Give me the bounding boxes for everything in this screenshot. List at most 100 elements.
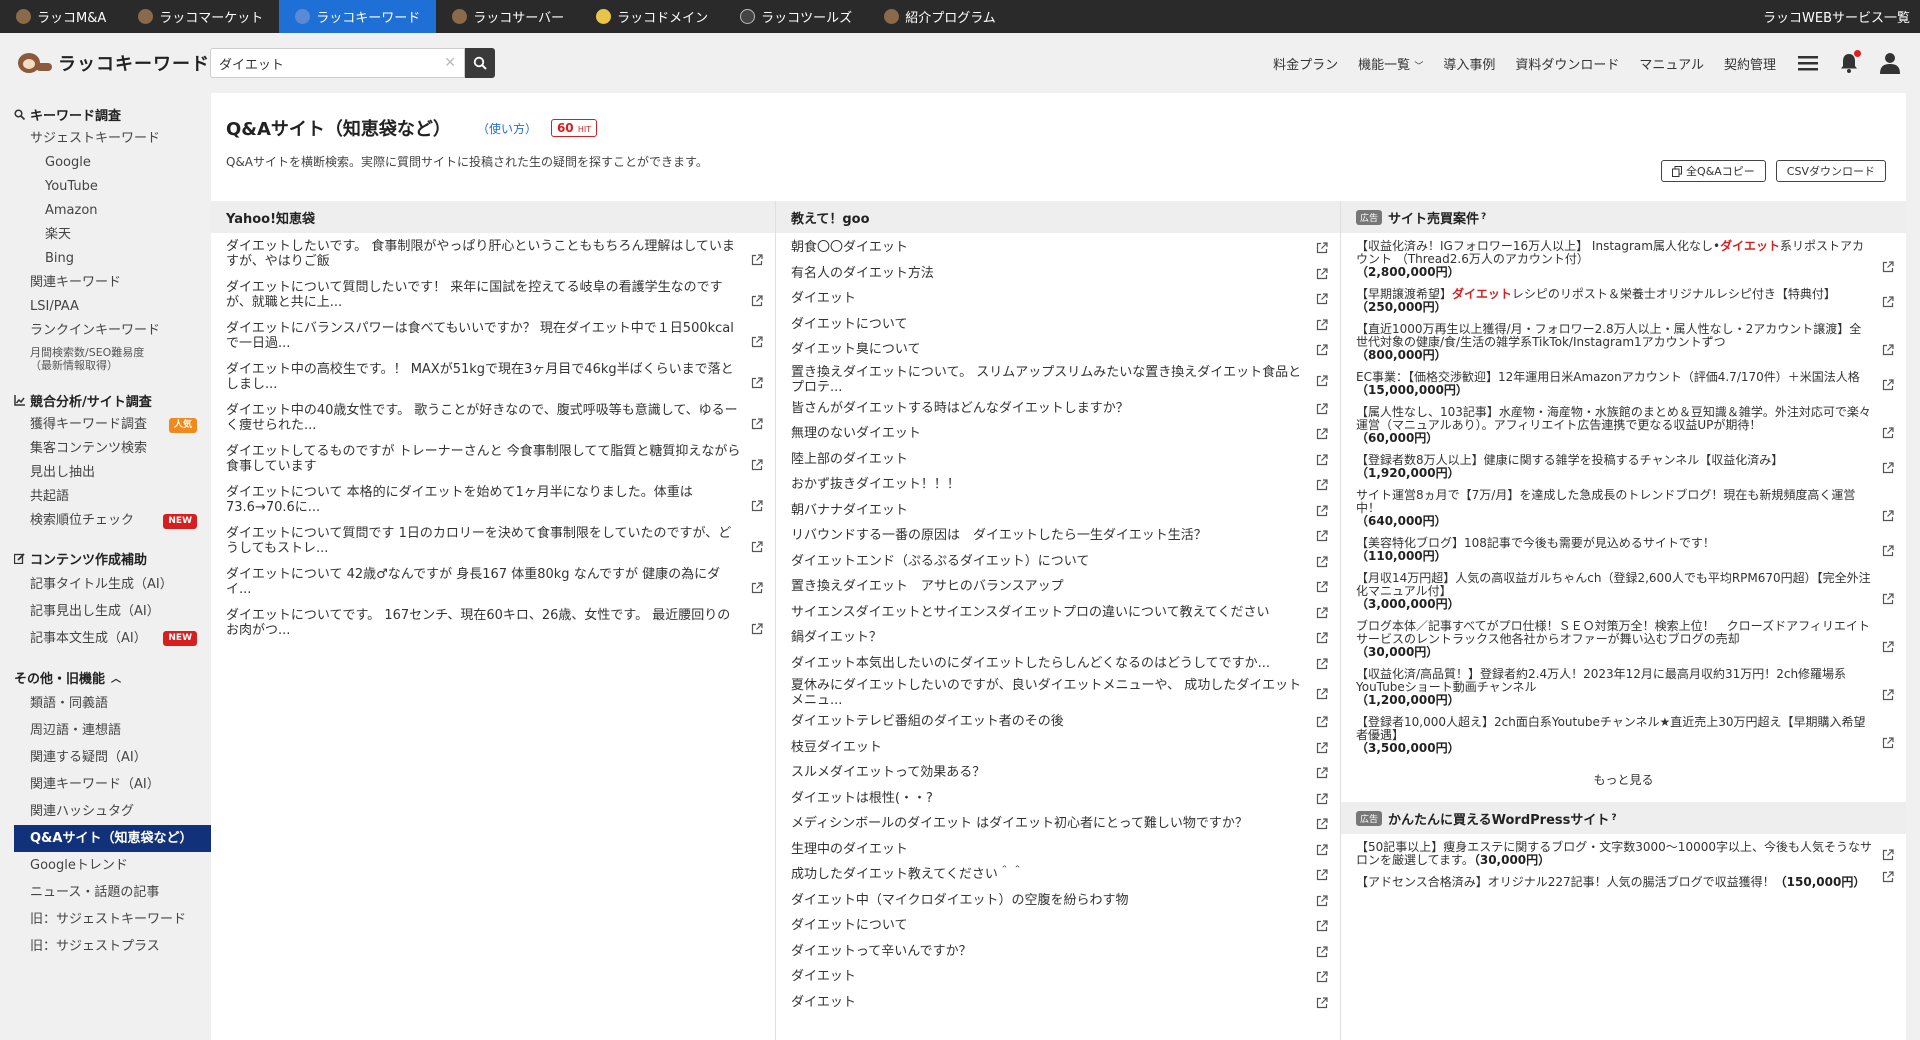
goo-question-row[interactable]: サイエンスダイエットとサイエンスダイエットプロの違いについて教えてください [776, 600, 1340, 626]
wp-listing-row[interactable]: 【アドセンス合格済み】オリジナル227記事！人気の腸活ブログで収益獲得！（150… [1341, 871, 1906, 893]
goo-question-row[interactable]: ダイエット [776, 990, 1340, 1016]
goo-question-row[interactable]: 夏休みにダイエットしたいのですが、良いダイエットメニューや、 成功したダイエット… [776, 676, 1340, 709]
sidebar-item-rakuten[interactable]: 楽天 [0, 223, 211, 247]
yahoo-question-row[interactable]: ダイエットについて質問です 1日のカロリーを決めて食事制限をしていたのですが、ど… [211, 520, 775, 561]
goo-question-row[interactable]: ダイエットテレビ番組のダイエット者のその後 [776, 709, 1340, 735]
sidebar-item-hashtags[interactable]: 関連ハッシュタグ [0, 798, 211, 825]
goo-question-row[interactable]: ダイエットについて [776, 913, 1340, 939]
sidebar-item-rank-check[interactable]: 検索順位チェック NEW [0, 509, 211, 533]
more-link[interactable]: もっと見る [1341, 759, 1906, 802]
service-tab-domain[interactable]: ラッコドメイン [580, 0, 724, 33]
service-tab-server[interactable]: ラッコサーバー [436, 0, 580, 33]
goo-question-row[interactable]: 無理のないダイエット [776, 421, 1340, 447]
logo[interactable]: ラッコキーワード [14, 49, 210, 77]
sidebar-item-associations[interactable]: 周辺語・連想語 [0, 717, 211, 744]
sidebar-item-lsi-paa[interactable]: LSI/PAA [0, 295, 211, 319]
ad-listing-row[interactable]: 【早期譲渡希望】ダイエットレシピのリポスト＆栄養士オリジナルレシピ付き【特典付】… [1341, 283, 1906, 318]
nav-pricing[interactable]: 料金プラン [1273, 54, 1338, 73]
ad-listing-row[interactable]: 【直近1000万再生以上獲得/月・フォロワー2.8万人以上・属人性なし・2アカウ… [1341, 318, 1906, 366]
ad-listing-row[interactable]: 【登録者10,000人超え】2ch面白系Youtubeチャンネル★直近売上30万… [1341, 711, 1906, 759]
goo-question-row[interactable]: スルメダイエットって効果ある？ [776, 760, 1340, 786]
sidebar-item-related-questions[interactable]: 関連する疑問（AI） [0, 744, 211, 771]
help-icon[interactable]: ? [1611, 813, 1616, 823]
search-button[interactable] [465, 48, 495, 78]
sidebar-item-rankin[interactable]: ランクインキーワード [0, 319, 211, 343]
goo-question-row[interactable]: ダイエット [776, 286, 1340, 312]
sidebar-item-search-volume[interactable]: 月間検索数/SEO難易度 （最新情報取得） [0, 343, 211, 375]
yahoo-question-row[interactable]: ダイエット中の40歳女性です。 歌うことが好きなので、腹式呼吸等も意識して、ゆる… [211, 397, 775, 438]
ad-listing-row[interactable]: 【属人性なし、103記事】水産物・海産物・水族館のまとめ＆豆知識＆雑学。外注対応… [1341, 401, 1906, 449]
sidebar-item-heading-extract[interactable]: 見出し抽出 [0, 461, 211, 485]
search-input[interactable] [211, 49, 464, 77]
goo-question-row[interactable]: 陸上部のダイエット [776, 447, 1340, 473]
goo-question-row[interactable]: ダイエットって辛いんですか？ [776, 939, 1340, 965]
ad-listing-row[interactable]: EC事業：【価格交渉歓迎】12年運用日米Amazonアカウント（評価4.7/17… [1341, 366, 1906, 401]
goo-question-row[interactable]: 生理中のダイエット [776, 837, 1340, 863]
menu-icon[interactable] [1798, 55, 1818, 71]
nav-features[interactable]: 機能一覧 ﹀ [1358, 54, 1423, 73]
sidebar-item-news[interactable]: ニュース・話題の記事 [0, 879, 211, 906]
ad-listing-row[interactable]: サイト運営8ヵ月で【7万/月】を達成した急成長のトレンドブログ！現在も新規頻度高… [1341, 484, 1906, 532]
yahoo-question-row[interactable]: ダイエットについて質問したいです！ 来年に国試を控えてる岐阜の看護学生なのですが… [211, 274, 775, 315]
goo-question-row[interactable]: おかず抜きダイエット！！！ [776, 472, 1340, 498]
copy-all-button[interactable]: 全Q&Aコピー [1661, 160, 1766, 182]
service-tab-referral[interactable]: 紹介プログラム [868, 0, 1012, 33]
user-icon[interactable] [1880, 52, 1900, 74]
goo-question-row[interactable]: 皆さんがダイエットする時はどんなダイエットしますか？ [776, 396, 1340, 422]
csv-download-button[interactable]: CSVダウンロード [1775, 160, 1886, 182]
help-link[interactable]: （使い方） [477, 120, 537, 137]
yahoo-question-row[interactable]: ダイエット中の高校生です。！ MAXが51kgで現在3ヶ月目で46kg半ばくらい… [211, 356, 775, 397]
goo-question-row[interactable]: 成功したダイエット教えてください＾＾ [776, 862, 1340, 888]
nav-downloads[interactable]: 資料ダウンロード [1515, 54, 1619, 73]
goo-question-row[interactable]: ダイエット [776, 964, 1340, 990]
goo-question-row[interactable]: ダイエットエンド（ぷるぷるダイエット）について [776, 549, 1340, 575]
yahoo-question-row[interactable]: ダイエットについてです。 167センチ、現在60キロ、26歳、女性です。 最近腰… [211, 602, 775, 643]
yahoo-question-row[interactable]: ダイエットしたいです。 食事制限がやっぱり肝心ということももちろん理解はしていま… [211, 233, 775, 274]
sidebar-item-legacy-suggest-plus[interactable]: 旧：サジェストプラス [0, 933, 211, 960]
ad-listing-row[interactable]: 【収益化済み！IGフォロワー16万人以上】 Instagram属人化なし•ダイエ… [1341, 235, 1906, 283]
goo-question-row[interactable]: 鍋ダイエット？ [776, 625, 1340, 651]
sidebar-item-acquired-keywords[interactable]: 獲得キーワード調査 人気 [0, 413, 211, 437]
sidebar-item-youtube[interactable]: YouTube [0, 175, 211, 199]
goo-question-row[interactable]: 枝豆ダイエット [776, 735, 1340, 761]
sidebar-item-title-gen[interactable]: 記事タイトル生成（AI） [0, 571, 211, 598]
ad-listing-row[interactable]: 【美容特化ブログ】108記事で今後も需要が見込めるサイトです！ （110,000円… [1341, 532, 1906, 567]
service-tab-tools[interactable]: ラッコツールズ [724, 0, 868, 33]
sidebar-item-related-keywords-ai[interactable]: 関連キーワード（AI） [0, 771, 211, 798]
sidebar-item-google-trends[interactable]: Googleトレンド [0, 852, 211, 879]
sidebar-item-legacy-suggest[interactable]: 旧：サジェストキーワード [0, 906, 211, 933]
sidebar-item-related-keywords[interactable]: 関連キーワード [0, 271, 211, 295]
yahoo-question-row[interactable]: ダイエットしてるものですが トレーナーさんと 今食事制限してて脂質と糖質抑えなが… [211, 438, 775, 479]
nav-case-studies[interactable]: 導入事例 [1443, 54, 1495, 73]
goo-question-row[interactable]: ダイエットは根性(・・? [776, 786, 1340, 812]
goo-question-row[interactable]: 朝食〇〇ダイエット [776, 235, 1340, 261]
yahoo-question-row[interactable]: ダイエットについて 42歳♂なんですが 身長167 体重80kg なんですが 健… [211, 561, 775, 602]
goo-question-row[interactable]: ダイエット中（マイクロダイエット）の空腹を紛らわす物 [776, 888, 1340, 914]
yahoo-question-row[interactable]: ダイエットにバランスパワーは食べてもいいですか？ 現在ダイエット中で１日500k… [211, 315, 775, 356]
wp-listing-row[interactable]: 【50記事以上】痩身エステに関するブログ・文字数3000〜10000字以上、今後… [1341, 836, 1906, 871]
goo-question-row[interactable]: ダイエットについて [776, 312, 1340, 338]
ad-listing-row[interactable]: ブログ本体／記事すべてがプロ仕様！ＳＥＯ対策万全！検索上位！ クローズドアフィリ… [1341, 615, 1906, 663]
goo-question-row[interactable]: リバウンドする一番の原因は ダイエットしたら一生ダイエット生活？ [776, 523, 1340, 549]
yahoo-question-row[interactable]: ダイエットについて 本格的にダイエットを始めて1ヶ月半になりました。体重は73.… [211, 479, 775, 520]
ad-listing-row[interactable]: 【収益化済/高品質！】登録者約2.4万人！2023年12月に最高月収約31万円！… [1341, 663, 1906, 711]
help-icon[interactable]: ? [1481, 212, 1486, 222]
service-list-link[interactable]: ラッコWEBサービス一覧 [1747, 0, 1920, 33]
goo-question-row[interactable]: ダイエット臭について [776, 337, 1340, 363]
bell-icon[interactable] [1840, 50, 1861, 73]
goo-question-row[interactable]: 朝バナナダイエット [776, 498, 1340, 524]
sidebar-item-google[interactable]: Google [0, 151, 211, 175]
section-other-legacy[interactable]: その他・旧機能 ︿ [0, 664, 211, 690]
goo-question-row[interactable]: ダイエット本気出したいのにダイエットしたらしんどくなるのはどうしてですか... [776, 651, 1340, 677]
goo-question-row[interactable]: 置き換えダイエット アサヒのバランスアップ [776, 574, 1340, 600]
sidebar-item-synonyms[interactable]: 類語・同義語 [0, 690, 211, 717]
nav-manual[interactable]: マニュアル [1639, 54, 1704, 73]
goo-question-row[interactable]: メディシンボールのダイエット はダイエット初心者にとって難しい物ですか？ [776, 811, 1340, 837]
sidebar-item-content-search[interactable]: 集客コンテンツ検索 [0, 437, 211, 461]
sidebar-item-amazon[interactable]: Amazon [0, 199, 211, 223]
service-tab-m-and-a[interactable]: ラッコM&A [0, 0, 122, 33]
sidebar-item-cooccurrence[interactable]: 共起語 [0, 485, 211, 509]
service-tab-keyword[interactable]: ラッコキーワード [279, 0, 437, 33]
clear-icon[interactable]: ✕ [444, 55, 456, 71]
nav-contract[interactable]: 契約管理 [1724, 54, 1776, 73]
